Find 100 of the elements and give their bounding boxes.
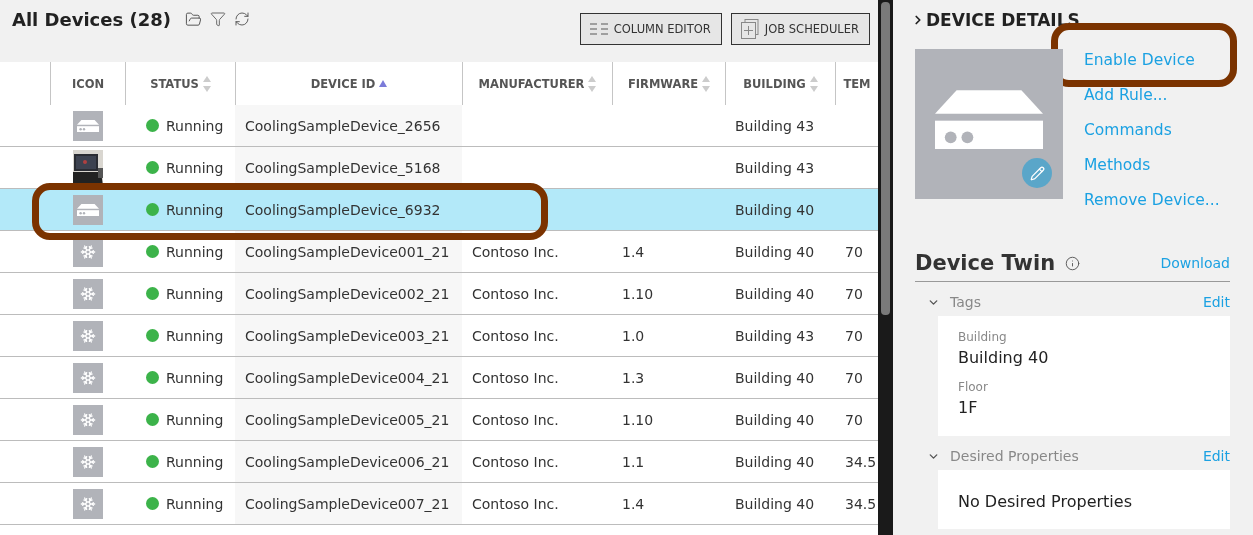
status-dot — [146, 455, 159, 468]
table-cell-text: Building 40 — [734, 452, 816, 472]
table-row[interactable]: Running CoolingSampleDevice_6932 Building 40 — [0, 189, 878, 231]
table-cell: CoolingSampleDevice007_21 — [235, 483, 462, 524]
table-cell-text: Contoso Inc. — [471, 242, 560, 262]
table-cell-text: 1.3 — [621, 368, 646, 388]
empty-message: No Desired Properties — [958, 492, 1133, 511]
field-label: Building — [958, 330, 1008, 344]
snowflake-icon — [72, 446, 103, 477]
status-dot — [146, 287, 159, 300]
info-icon[interactable] — [1065, 255, 1081, 271]
snowflake-icon — [72, 278, 103, 309]
table-cell-text: Contoso Inc. — [471, 494, 560, 514]
table-cell-text: 34.5 — [844, 452, 878, 472]
status-text: Running — [166, 411, 224, 428]
table-row[interactable]: Running CoolingSampleDevice004_21 Contoso Inc. 1.3 Building 40 70 — [0, 357, 878, 399]
table-cell-text: 70 — [844, 410, 864, 430]
status-text: Running — [166, 327, 224, 344]
add-job-icon — [740, 19, 759, 39]
device-icon — [935, 90, 1043, 150]
table-cell-text: 70 — [844, 326, 864, 346]
folder-icon[interactable] — [184, 11, 202, 28]
page-title: All Devices (28) — [12, 9, 171, 30]
table-cell-text: Building 40 — [734, 368, 816, 388]
sort-ascending-icon — [379, 80, 388, 87]
table-cell-text: 70 — [844, 284, 864, 304]
snowflake-icon — [72, 362, 103, 393]
status-text: Running — [166, 201, 224, 218]
table-cell: CoolingSampleDevice004_21 — [235, 357, 462, 398]
table-cell-text: 1.4 — [621, 494, 646, 514]
field-label: Floor — [958, 380, 989, 394]
status-dot — [146, 161, 159, 174]
table-cell: CoolingSampleDevice002_21 — [235, 273, 462, 314]
table-cell-text: 70 — [844, 368, 864, 388]
table-cell-text: 1.10 — [621, 410, 655, 430]
table-row[interactable]: Running CoolingSampleDevice_2656 Building 43 — [0, 105, 878, 147]
device-thumbnail — [72, 194, 103, 225]
field-value: 1F — [958, 398, 979, 417]
table-cell-text: 1.10 — [621, 284, 655, 304]
status-text: Running — [166, 495, 224, 512]
status-dot — [146, 371, 159, 384]
table-cell-text: Contoso Inc. — [471, 326, 560, 346]
table-cell-text: Building 43 — [734, 158, 816, 178]
scrollbar-thumb[interactable] — [881, 2, 890, 315]
table-cell-text: Contoso Inc. — [471, 452, 560, 472]
table-cell-text: 70 — [844, 242, 864, 262]
table-cell: CoolingSampleDevice006_21 — [235, 441, 462, 482]
refresh-icon[interactable] — [233, 11, 250, 28]
status-dot — [146, 203, 159, 216]
table-cell-text: 34.5 — [844, 494, 878, 514]
snowflake-icon — [72, 320, 103, 351]
filter-icon[interactable] — [209, 11, 226, 28]
table-cell-text: Building 43 — [734, 116, 816, 136]
table-cell: CoolingSampleDevice005_21 — [235, 399, 462, 440]
sort-icon — [202, 75, 211, 92]
table-cell-text: Building 40 — [734, 410, 816, 430]
table-cell-text: Building 40 — [734, 284, 816, 304]
status-dot — [146, 497, 159, 510]
table-row[interactable]: Running CoolingSampleDevice002_21 Contoso Inc. 1.10 Building 40 70 — [0, 273, 878, 315]
status-text: Running — [166, 243, 224, 260]
table-cell-text: Building 40 — [734, 494, 816, 514]
section-label: Desired Properties — [950, 448, 1079, 464]
table-row[interactable]: Running CoolingSampleDevice003_21 Contoso Inc. 1.0 Building 43 70 — [0, 315, 878, 357]
table-row[interactable]: Running CoolingSampleDevice007_21 Contoso Inc. 1.4 Building 40 34.5 — [0, 483, 878, 525]
table-row[interactable]: Running CoolingSampleDevice005_21 Contoso Inc. 1.10 Building 40 70 — [0, 399, 878, 441]
field-value: Building 40 — [958, 348, 1050, 367]
snowflake-icon — [72, 488, 103, 519]
table-cell-text: 1.0 — [621, 326, 646, 346]
table-cell-text: CoolingSampleDevice_6932 — [244, 200, 442, 220]
status-dot — [146, 413, 159, 426]
snowflake-icon — [72, 404, 103, 435]
table-cell-text: 1.1 — [621, 452, 646, 472]
table-cell-text: Contoso Inc. — [471, 410, 560, 430]
sort-icon — [809, 75, 818, 92]
table-cell-text: Building 40 — [734, 200, 816, 220]
status-dot — [146, 245, 159, 258]
job-scheduler-button[interactable]: JOB SCHEDULER — [730, 13, 870, 45]
table-cell: CoolingSampleDevice003_21 — [235, 315, 462, 356]
status-text: Running — [166, 453, 224, 470]
table-cell-text: Building 40 — [734, 242, 816, 262]
status-text: Running — [166, 159, 224, 176]
status-dot — [146, 329, 159, 342]
section-title: Device Twin — [915, 251, 1056, 275]
table-row[interactable]: Running CoolingSampleDevice_5168 Building 43 — [0, 147, 878, 189]
status-text: Running — [166, 285, 224, 302]
sort-icon — [588, 75, 597, 92]
table-cell-text: Contoso Inc. — [471, 368, 560, 388]
table-cell-text: Building 43 — [734, 326, 816, 346]
table-row[interactable]: Running CoolingSampleDevice006_21 Contoso Inc. 1.1 Building 40 34.5 — [0, 441, 878, 483]
section-label: Tags — [950, 294, 981, 310]
status-text: Running — [166, 369, 224, 386]
column-editor-button[interactable]: COLUMN EDITOR — [579, 13, 722, 45]
table-cell-text: 1.4 — [621, 242, 646, 262]
status-text: Running — [166, 117, 224, 134]
sort-icon — [702, 75, 711, 92]
table-cell-text: Contoso Inc. — [471, 284, 560, 304]
status-dot — [146, 119, 159, 132]
table-cell: CoolingSampleDevice_2656 — [235, 105, 462, 146]
device-thumbnail — [72, 110, 103, 141]
columns-icon — [589, 23, 608, 35]
